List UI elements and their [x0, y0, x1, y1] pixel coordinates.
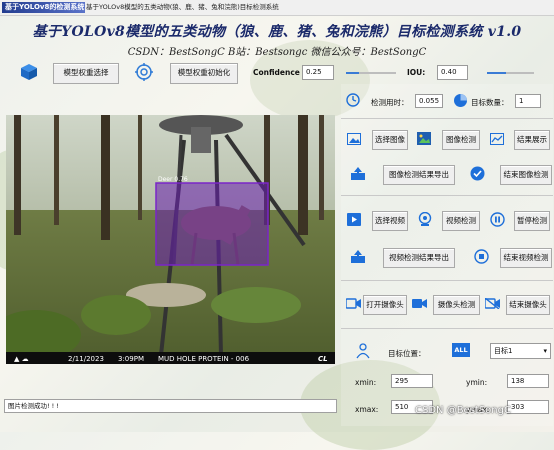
stop-circle-icon [474, 249, 489, 264]
iou-label: IOU: [407, 68, 426, 77]
xmax-label: xmax: [355, 405, 379, 414]
overlay-location: MUD HOLE PROTEIN - 006 [158, 355, 250, 363]
ymin-value: 138 [511, 377, 525, 385]
pause-icon [490, 212, 505, 227]
confidence-value: 0.25 [306, 68, 322, 76]
camera-detect-button[interactable]: 摄像头检测 [433, 295, 480, 315]
target-person-icon [356, 343, 370, 359]
detection-box-label: Deer 0.76 [158, 176, 188, 183]
detection-time-field: 0.055 [415, 94, 443, 108]
export-image-results-button[interactable]: 图像检测结果导出 [383, 165, 455, 185]
cube-icon [21, 64, 37, 80]
confidence-spinbox[interactable]: 0.25 [302, 65, 334, 80]
iou-slider[interactable] [487, 67, 534, 79]
chevron-down-icon: ▾ [543, 347, 547, 355]
section-divider [341, 195, 553, 196]
camera-off-icon [485, 298, 500, 309]
end-camera-button[interactable]: 结束摄像头 [506, 295, 550, 315]
confidence-slider-fill [346, 72, 359, 74]
page-title: 基于YOLOv8模型的五类动物（狼、鹿、猪、兔和浣熊）目标检测系统 v1.0 [32, 24, 522, 40]
line-chart-icon [490, 133, 504, 145]
page-subtitle: CSDN：BestSongC B站：Bestsongc 微信公众号：BestSo… [127, 47, 427, 58]
target-count-value: 1 [519, 97, 524, 105]
section-divider [341, 118, 553, 119]
select-video-button[interactable]: 选择视频 [372, 211, 408, 231]
video-camera-icon [412, 299, 427, 308]
video-file-icon [347, 213, 361, 226]
image-icon [347, 133, 361, 145]
detection-time-value: 0.055 [419, 97, 440, 105]
xmin-value: 295 [395, 377, 409, 385]
pause-detect-button[interactable]: 暂停检测 [514, 211, 550, 231]
export-icon [351, 167, 365, 180]
image-detect-button[interactable]: 图像检测 [442, 130, 480, 150]
target-select-value: 目标1 [494, 347, 513, 355]
overlay-brand: CL [318, 355, 328, 363]
window-titlebar: 基于YOLOv8的检测系统 基于YOLOv8模型的五类动物(狼、鹿、猪、兔和浣熊… [0, 0, 554, 16]
pie-chart-icon [454, 94, 467, 107]
webcam-icon [418, 212, 432, 226]
ymin-label: ymin: [466, 378, 488, 387]
export-icon [351, 250, 365, 263]
model-weights-init-button[interactable]: 模型权重初始化 [170, 63, 238, 84]
iou-spinbox[interactable]: 0.40 [437, 65, 468, 80]
all-targets-badge: ALL [452, 343, 470, 357]
section-divider [341, 280, 553, 281]
detection-image-view: Deer 0.76 ▲ ☁ 2/11/2023 3:09PM MUD HOLE … [6, 115, 335, 364]
confidence-slider[interactable] [346, 67, 396, 79]
ymin-field: 138 [507, 374, 549, 388]
camera-icon [346, 298, 361, 309]
video-detect-button[interactable]: 视频检测 [442, 211, 480, 231]
settings-target-icon [135, 63, 153, 81]
target-count-label: 目标数量： [471, 98, 509, 107]
section-divider [341, 328, 553, 329]
model-weights-select-button[interactable]: 模型权重选择 [53, 63, 119, 84]
app-logo: 基于YOLOv8的检测系统 [2, 2, 85, 13]
detection-time-label: 检测用时： [371, 98, 409, 107]
overlay-date: 2/11/2023 [68, 355, 104, 363]
end-video-detect-button[interactable]: 结束视频检测 [500, 248, 552, 268]
svg-text:▲ ☁: ▲ ☁ [14, 355, 29, 363]
check-circle-icon [470, 166, 485, 181]
xmin-label: xmin: [355, 378, 377, 387]
show-results-button[interactable]: 结果展示 [514, 130, 550, 150]
target-position-label: 目标位置： [388, 349, 426, 358]
image-detect-icon [417, 132, 431, 145]
status-message: 图片检测成功! ! ! [8, 402, 59, 410]
ymax-value: 303 [511, 403, 525, 411]
clock-icon [346, 93, 360, 107]
wildlife-camera-photo: Deer 0.76 ▲ ☁ 2/11/2023 3:09PM MUD HOLE … [6, 115, 335, 364]
end-image-detect-button[interactable]: 结束图像检测 [500, 165, 552, 185]
xmax-value: 510 [395, 403, 409, 411]
ymax-field: 303 [507, 400, 549, 414]
xmin-field: 295 [391, 374, 433, 388]
confidence-label: Confidence [253, 68, 300, 77]
watermark: CSDN @BestSongC [415, 405, 511, 416]
select-image-button[interactable]: 选择图像 [372, 130, 408, 150]
window-title: 基于YOLOv8模型的五类动物(狼、鹿、猪、兔和浣熊)目标检测系统 [86, 3, 279, 11]
target-count-field: 1 [515, 94, 541, 108]
overlay-time: 3:09PM [118, 355, 144, 363]
iou-value: 0.40 [441, 68, 457, 76]
iou-slider-fill [487, 72, 506, 74]
open-camera-button[interactable]: 打开摄像头 [363, 295, 407, 315]
all-targets-badge-text: ALL [454, 346, 468, 354]
status-bar: 图片检测成功! ! ! [4, 399, 337, 413]
target-select-dropdown[interactable]: 目标1 ▾ [490, 343, 551, 359]
export-video-results-button[interactable]: 视频检测结果导出 [383, 248, 455, 268]
